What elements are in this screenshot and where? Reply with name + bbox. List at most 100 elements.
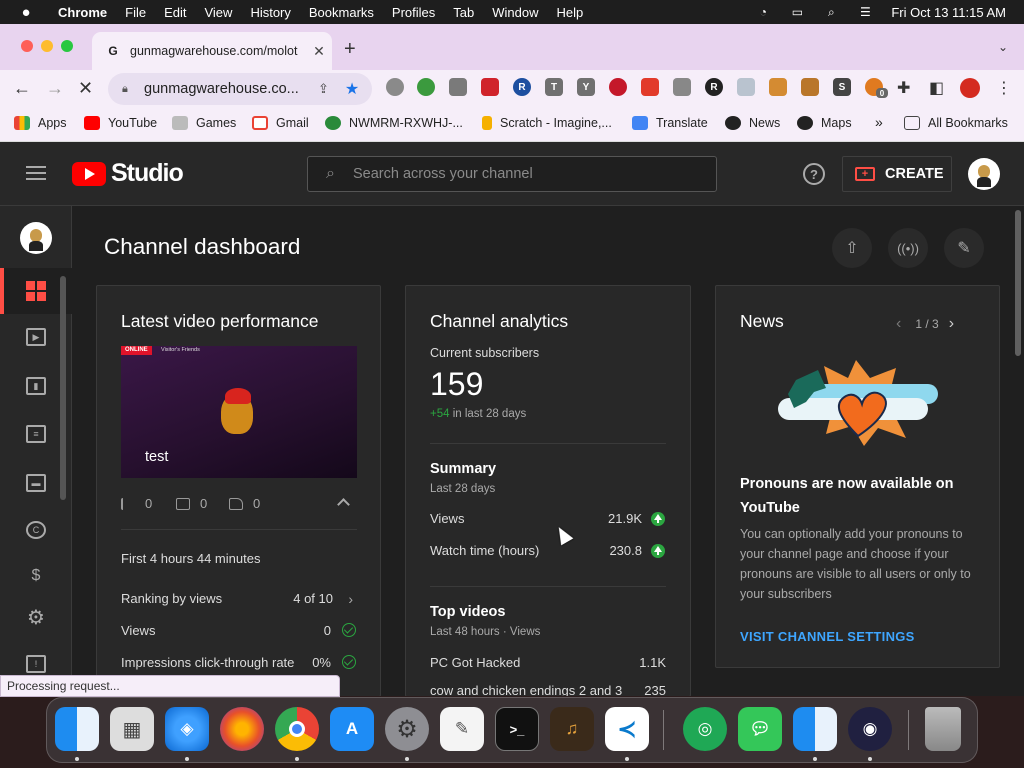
create-button[interactable]: + CREATE [842,156,952,192]
extension-8-icon[interactable] [609,78,627,96]
vscode-icon[interactable]: ≺ [605,707,649,751]
back-arrow-icon[interactable]: ← [13,78,31,99]
extension-2-icon[interactable] [417,78,435,96]
finder-icon[interactable] [55,707,99,751]
main-scrollbar[interactable] [1015,210,1021,356]
create-post-icon[interactable]: ✎ [944,228,984,268]
extension-7-icon[interactable]: Y [577,78,595,96]
bookmark-gmail[interactable]: Gmail [252,116,309,130]
new-tab-plus-icon[interactable]: + [344,38,356,61]
all-bookmarks-folder[interactable]: All Bookmarks [904,116,1008,130]
control-center-icon[interactable]: ☰ [857,5,873,19]
menu-tab[interactable]: Tab [453,5,474,20]
system-settings-icon[interactable]: ⚙ [385,707,429,751]
textedit-icon[interactable]: ✎ [440,707,484,751]
profile-avatar-icon[interactable] [960,78,980,98]
extension-10-icon[interactable] [673,78,691,96]
channel-avatar[interactable] [20,222,52,254]
chrome-icon[interactable] [275,707,319,751]
help-icon[interactable]: ? [803,163,825,185]
extension-15-icon[interactable]: S [833,78,851,96]
tab-search-chevron-icon[interactable]: ⌄ [998,40,1008,54]
screen-time-icon[interactable]: ◔ [755,5,771,19]
share-icon[interactable]: ⇪ [318,81,329,97]
go-live-icon[interactable]: ((•)) [888,228,928,268]
extension-1-icon[interactable] [386,78,404,96]
menu-bookmarks[interactable]: Bookmarks [309,5,374,20]
bookmark-star-icon[interactable]: ★ [345,79,359,99]
apple-menu-icon[interactable]: ● [16,4,36,21]
obs-icon[interactable]: ◉ [848,707,892,751]
bookmark-games[interactable]: Games [172,116,236,130]
window-zoom-button[interactable] [61,40,73,52]
extensions-puzzle-icon[interactable]: ✚ [897,78,910,98]
address-bar[interactable]: 🔒︎ gunmagwarehouse.co... ⇪ ★ [108,73,372,105]
menu-app-name[interactable]: Chrome [58,5,107,20]
extension-14-icon[interactable] [801,78,819,96]
extension-4-icon[interactable] [481,78,499,96]
top-video-row[interactable]: cow and chicken endings 2 and 3 235 [430,683,666,696]
extension-3-icon[interactable] [449,78,467,96]
menu-history[interactable]: History [250,5,290,20]
menu-view[interactable]: View [204,5,232,20]
bookmark-maps[interactable]: Maps [797,116,852,130]
menu-bar-clock[interactable]: Fri Oct 13 11:15 AM [891,5,1006,20]
youtube-logo-icon[interactable] [72,162,106,186]
sidebar-scrollbar[interactable] [60,276,66,500]
channel-search-box[interactable]: ⌕ [307,156,717,192]
bookmark-scratch[interactable]: Scratch - Imagine,... [482,116,612,130]
launchpad-icon[interactable]: ▦ [110,707,154,751]
find-my-icon[interactable]: ◎ [683,707,727,751]
finder-2-icon[interactable] [793,707,837,751]
bookmark-apps[interactable]: Apps [14,116,67,130]
upload-icon[interactable]: ⇧ [832,228,872,268]
account-avatar[interactable] [968,158,1000,190]
visit-channel-settings-link[interactable]: VISIT CHANNEL SETTINGS [740,629,915,644]
collapse-chevron-up-icon[interactable] [337,498,350,511]
tab-close-icon[interactable]: ✕ [312,43,326,60]
menu-edit[interactable]: Edit [164,5,186,20]
channel-search-input[interactable] [352,166,693,182]
address-bar-url[interactable]: gunmagwarehouse.co... [144,81,304,97]
extension-12-icon[interactable] [737,78,755,96]
menu-profiles[interactable]: Profiles [392,5,435,20]
nav-earn[interactable]: $ [0,553,72,599]
browser-menu-icon[interactable]: ⋮ [996,78,1012,98]
extension-5-icon[interactable]: R [513,78,531,96]
ranking-row[interactable]: Ranking by views 4 of 10 › [121,591,357,607]
browser-tab-active[interactable]: G gunmagwarehouse.com/molot ✕ [92,32,332,70]
firefox-icon[interactable] [220,707,264,751]
messages-icon[interactable]: 💬︎ [738,707,782,751]
terminal-icon[interactable]: >_ [495,707,539,751]
hamburger-menu-icon[interactable] [26,166,46,180]
window-minimize-button[interactable] [41,40,53,52]
side-panel-icon[interactable]: ◧ [929,78,944,98]
next-chevron-icon[interactable]: › [949,315,954,333]
nav-settings[interactable]: ⚙ [0,594,72,640]
app-store-icon[interactable]: A [330,707,374,751]
more-bookmarks-chevron-icon[interactable]: » [875,114,883,130]
menu-file[interactable]: File [125,5,146,20]
window-close-button[interactable] [21,40,33,52]
bookmark-nwmrm[interactable]: NWMRM-RXWHJ-... [325,116,463,130]
spotlight-search-icon[interactable]: ⌕ [823,5,839,19]
extension-9-icon[interactable] [641,78,659,96]
trash-icon[interactable] [925,707,961,751]
screen-mirroring-icon[interactable]: ▭ [789,5,805,19]
stop-loading-icon[interactable]: ✕ [78,78,93,99]
extension-6-icon[interactable]: T [545,78,563,96]
bookmark-youtube[interactable]: YouTube [84,116,157,130]
garageband-icon[interactable]: ♫ [550,707,594,751]
nav-copyright[interactable]: C [0,507,72,553]
safari-icon[interactable]: ◈ [165,707,209,751]
bookmark-translate[interactable]: Translate [632,116,708,130]
video-thumbnail[interactable]: ONLINE Visitor's Friends test [121,346,357,478]
studio-logo-text[interactable]: Studio [111,159,184,188]
extension-11-icon[interactable]: R [705,78,723,96]
extension-13-icon[interactable] [769,78,787,96]
menu-help[interactable]: Help [557,5,584,20]
lock-icon[interactable]: 🔒︎ [122,83,134,96]
top-video-row[interactable]: PC Got Hacked 1.1K [430,655,666,670]
forward-arrow-icon[interactable]: → [46,78,64,99]
previous-chevron-icon[interactable]: ‹ [896,315,901,333]
